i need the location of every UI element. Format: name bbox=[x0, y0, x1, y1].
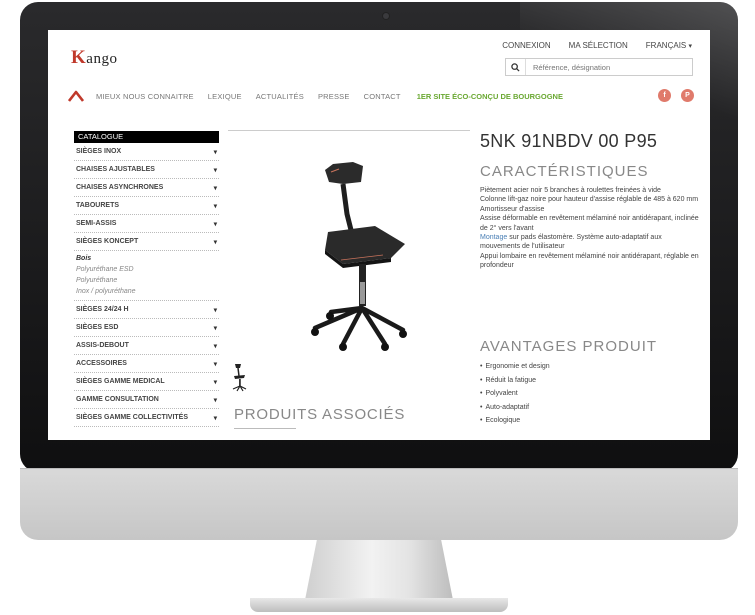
koncept-subitems: Bois Polyuréthane ESD Polyuréthane Inox … bbox=[74, 251, 219, 301]
monitor-stand-foot bbox=[250, 598, 508, 612]
sidebar-item-sieges-inox[interactable]: SIÈGES INOX ▾ bbox=[74, 143, 219, 161]
sidebar-item-label: ACCESSOIRES bbox=[76, 360, 127, 367]
main-nav: MIEUX NOUS CONNAITRE LEXIQUE ACTUALITÉS … bbox=[68, 86, 698, 106]
advantages-list: Ergonomie et design Réduit la fatigue Po… bbox=[480, 363, 550, 431]
list-item: Polyvalent bbox=[480, 390, 550, 404]
chevron-down-icon: ▾ bbox=[213, 414, 217, 422]
sidebar-item-assis-debout[interactable]: ASSIS-DEBOUT ▾ bbox=[74, 337, 219, 355]
language-selector[interactable]: FRANÇAIS ▾ bbox=[646, 41, 692, 50]
sidebar-item-label: SIÈGES GAMME COLLECTIVITÉS bbox=[76, 414, 189, 421]
sidebar-item-label: GAMME CONSULTATION bbox=[76, 396, 159, 403]
list-item: Ergonomie et design bbox=[480, 363, 549, 377]
chevron-down-icon: ▾ bbox=[213, 324, 217, 332]
characteristics-title: CARACTÉRISTIQUES bbox=[480, 163, 649, 180]
nav-lexique[interactable]: LEXIQUE bbox=[208, 92, 242, 101]
product-image-chair[interactable] bbox=[273, 152, 413, 352]
sidebar-item-accessoires[interactable]: ACCESSOIRES ▾ bbox=[74, 355, 219, 373]
nav-actualites[interactable]: ACTUALITÉS bbox=[256, 92, 304, 101]
sidebar-item-sieges-esd[interactable]: SIÈGES ESD ▾ bbox=[74, 319, 219, 337]
chevron-down-icon: ▾ bbox=[213, 220, 217, 228]
sidebar-item-gamme-medical[interactable]: SIÈGES GAMME MEDICAL ▾ bbox=[74, 373, 219, 391]
chevron-down-icon: ▾ bbox=[213, 184, 217, 192]
sidebar-item-label: SEMI-ASSIS bbox=[76, 220, 117, 227]
catalogue-header: CATALOGUE bbox=[74, 131, 219, 143]
chevron-down-icon: ▾ bbox=[213, 342, 217, 350]
subitem-inox-polyurethane[interactable]: Inox / polyuréthane bbox=[74, 286, 219, 297]
logo-text: ango bbox=[86, 51, 118, 67]
monitor-chin bbox=[20, 468, 738, 540]
login-link[interactable]: CONNEXION bbox=[502, 41, 550, 50]
sidebar-item-label: SIÈGES GAMME MEDICAL bbox=[76, 378, 165, 385]
monitor-mockup: Kango CONNEXION MA SÉLECTION FRANÇAIS ▾ … bbox=[0, 0, 755, 615]
desc-line: Montage sur pads élastomère. Système aut… bbox=[480, 233, 702, 252]
nav-eco-label[interactable]: 1ER SITE ÉCO-CONÇU DE BOURGOGNE bbox=[417, 92, 563, 101]
sidebar-item-sieges-koncept[interactable]: SIÈGES KONCEPT ▾ bbox=[74, 233, 219, 251]
desc-line: Appui lombaire en revêtement mélaminé no… bbox=[480, 252, 699, 270]
divider bbox=[228, 130, 470, 131]
monitor-stand-neck bbox=[305, 540, 453, 600]
sidebar-item-label: SIÈGES ESD bbox=[76, 324, 119, 331]
desc-line: Colonne lift-gaz noire pour hauteur d'as… bbox=[480, 196, 699, 204]
chevron-down-icon: ▾ bbox=[213, 378, 217, 386]
sidebar-item-label: CHAISES AJUSTABLES bbox=[76, 166, 155, 173]
desc-line: Amortisseur d'assise bbox=[480, 205, 545, 213]
chevron-down-icon: ▾ bbox=[213, 166, 217, 174]
list-item: Réduit la fatigue bbox=[480, 377, 550, 391]
sidebar-item-tabourets[interactable]: TABOURETS ▾ bbox=[74, 197, 219, 215]
pinterest-icon[interactable]: P bbox=[681, 89, 694, 102]
sidebar-item-chaises-asynchrones[interactable]: CHAISES ASYNCHRONES ▾ bbox=[74, 179, 219, 197]
nav-contact[interactable]: CONTACT bbox=[364, 92, 401, 101]
subitem-polyurethane[interactable]: Polyuréthane bbox=[74, 275, 219, 286]
subitem-polyurethane-esd[interactable]: Polyuréthane ESD bbox=[74, 264, 219, 275]
product-reference: 5NK 91NBDV 00 P95 bbox=[480, 131, 658, 151]
advantages-title: AVANTAGES PRODUIT bbox=[480, 338, 658, 355]
chevron-down-icon: ▾ bbox=[213, 396, 217, 404]
nav-about[interactable]: MIEUX NOUS CONNAITRE bbox=[96, 92, 194, 101]
nav-presse[interactable]: PRESSE bbox=[318, 92, 350, 101]
product-thumbnail[interactable] bbox=[231, 362, 247, 392]
top-links: CONNEXION MA SÉLECTION FRANÇAIS ▾ bbox=[502, 41, 692, 50]
sidebar-item-label: CHAISES ASYNCHRONES bbox=[76, 184, 164, 191]
chevron-down-icon: ▾ bbox=[213, 202, 217, 210]
list-item: Auto-adaptatif bbox=[480, 404, 550, 418]
list-item: Ecologique bbox=[480, 417, 550, 431]
sidebar-item-label: SIÈGES KONCEPT bbox=[76, 238, 139, 245]
sidebar-item-chaises-ajustables[interactable]: CHAISES AJUSTABLES ▾ bbox=[74, 161, 219, 179]
camera-dot bbox=[383, 13, 389, 19]
desc-line: Piètement acier noir 5 branches à roulet… bbox=[480, 187, 661, 194]
sidebar-item-gamme-consultation[interactable]: GAMME CONSULTATION ▾ bbox=[74, 391, 219, 409]
chevron-down-icon: ▾ bbox=[213, 306, 217, 314]
related-products-title: PRODUITS ASSOCIÉS bbox=[234, 406, 406, 423]
sidebar-item-label: TABOURETS bbox=[76, 202, 120, 209]
search-icon[interactable] bbox=[506, 59, 526, 75]
language-label: FRANÇAIS bbox=[645, 41, 687, 50]
sidebar-item-gamme-collectivites[interactable]: SIÈGES GAMME COLLECTIVITÉS ▾ bbox=[74, 409, 219, 427]
chevron-down-icon: ▾ bbox=[688, 43, 692, 50]
sidebar-item-label: SIÈGES INOX bbox=[76, 148, 122, 155]
search-box bbox=[505, 58, 693, 76]
home-icon[interactable] bbox=[68, 90, 84, 102]
montage-link[interactable]: Montage bbox=[480, 234, 507, 241]
product-description: Piètement acier noir 5 branches à roulet… bbox=[480, 186, 702, 271]
sidebar-item-label: SIÈGES 24/24 H bbox=[76, 306, 129, 313]
subitem-bois[interactable]: Bois bbox=[74, 253, 219, 264]
selection-link[interactable]: MA SÉLECTION bbox=[569, 41, 628, 50]
chevron-down-icon: ▾ bbox=[213, 360, 217, 368]
divider bbox=[234, 428, 296, 429]
desc-line-text: sur pads élastomère. Système auto-adapta… bbox=[480, 234, 662, 251]
website-screen: Kango CONNEXION MA SÉLECTION FRANÇAIS ▾ … bbox=[48, 30, 710, 440]
logo-k: K bbox=[71, 47, 87, 68]
sidebar-item-label: ASSIS-DEBOUT bbox=[76, 342, 129, 349]
site-logo[interactable]: Kango bbox=[71, 47, 117, 69]
chevron-down-icon: ▾ bbox=[213, 238, 217, 246]
catalogue-sidebar: CATALOGUE SIÈGES INOX ▾ CHAISES AJUSTABLE… bbox=[74, 131, 219, 427]
desc-line: Assise déformable en revêtement mélaminé… bbox=[480, 215, 699, 232]
facebook-icon[interactable]: f bbox=[658, 89, 671, 102]
search-input[interactable] bbox=[526, 62, 686, 72]
chevron-down-icon: ▾ bbox=[213, 148, 217, 156]
sidebar-item-sieges-24-24[interactable]: SIÈGES 24/24 H ▾ bbox=[74, 301, 219, 319]
sidebar-item-semi-assis[interactable]: SEMI-ASSIS ▾ bbox=[74, 215, 219, 233]
social-links: f P bbox=[658, 89, 694, 102]
